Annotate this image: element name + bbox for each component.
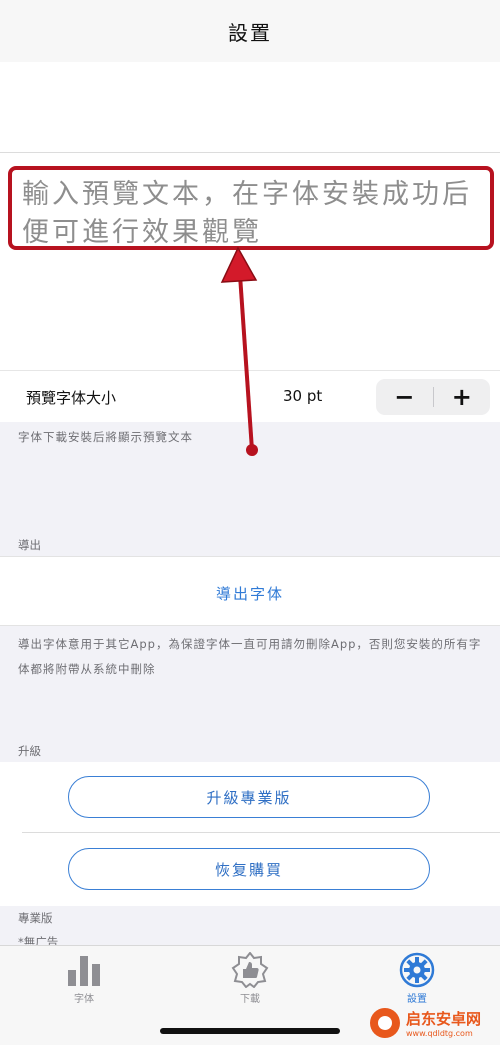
preview-size-row: 預覽字体大小 30 pt − + xyxy=(0,370,500,422)
tab-downloads[interactable]: 下載 xyxy=(190,952,310,1005)
export-footer-band: 導出字体意用于其它App，為保證字体一直可用請勿刪除App，否則您安裝的所有字体… xyxy=(0,626,500,762)
preview-footer-band: 字体下載安裝后將顯示預覽文本 導出 xyxy=(0,422,500,556)
size-stepper[interactable]: − + xyxy=(376,379,490,415)
watermark-url: www.qdldtg.com xyxy=(406,1029,473,1038)
pro-section-header: 專業版 xyxy=(18,911,53,925)
pro-section-band: 專業版 *無广告 xyxy=(0,906,500,949)
page-title: 設置 xyxy=(228,20,272,45)
export-footer-text: 導出字体意用于其它App，為保證字体一直可用請勿刪除App，否則您安裝的所有字体… xyxy=(18,637,482,676)
input-blank-area[interactable] xyxy=(0,252,500,370)
preview-hint-text: 字体下載安裝后將顯示預覽文本 xyxy=(18,430,193,444)
preview-text-input[interactable]: 輸入預覽文本，在字体安裝成功后便可進行效果觀覽 xyxy=(8,166,494,250)
watermark-name: 启东安卓网 xyxy=(406,1010,482,1028)
increase-size-button[interactable]: + xyxy=(434,379,491,415)
preview-size-label: 預覽字体大小 xyxy=(26,389,117,407)
home-indicator[interactable] xyxy=(160,1028,340,1034)
divider xyxy=(0,152,500,153)
preview-input-placeholder: 輸入預覽文本，在字体安裝成功后便可進行效果觀覽 xyxy=(22,179,472,248)
tab-fonts[interactable]: 字体 xyxy=(24,952,144,1005)
watermark: 启东安卓网 www.qdldtg.com xyxy=(370,1003,500,1043)
gear-icon xyxy=(399,952,435,988)
upgrade-pro-button[interactable]: 升級專業版 xyxy=(68,776,430,818)
preview-size-value: 30 pt xyxy=(283,387,323,405)
divider xyxy=(22,832,500,833)
tab-settings[interactable]: 設置 xyxy=(357,952,477,1005)
export-section-header: 導出 xyxy=(18,538,41,552)
thumbs-up-badge-icon xyxy=(231,952,269,988)
export-font-button[interactable]: 導出字体 xyxy=(0,583,500,604)
tab-downloads-label: 下載 xyxy=(240,994,260,1005)
export-cell[interactable]: 導出字体 xyxy=(0,556,500,626)
bar-chart-icon xyxy=(68,956,100,986)
upgrade-section-header: 升級 xyxy=(18,744,41,758)
preview-display-area xyxy=(0,62,500,152)
watermark-logo-icon xyxy=(370,1008,400,1038)
tab-fonts-label: 字体 xyxy=(74,994,94,1005)
restore-purchase-button[interactable]: 恢复購買 xyxy=(68,848,430,890)
navigation-bar: 設置 xyxy=(0,0,500,62)
decrease-size-button[interactable]: − xyxy=(376,379,433,415)
